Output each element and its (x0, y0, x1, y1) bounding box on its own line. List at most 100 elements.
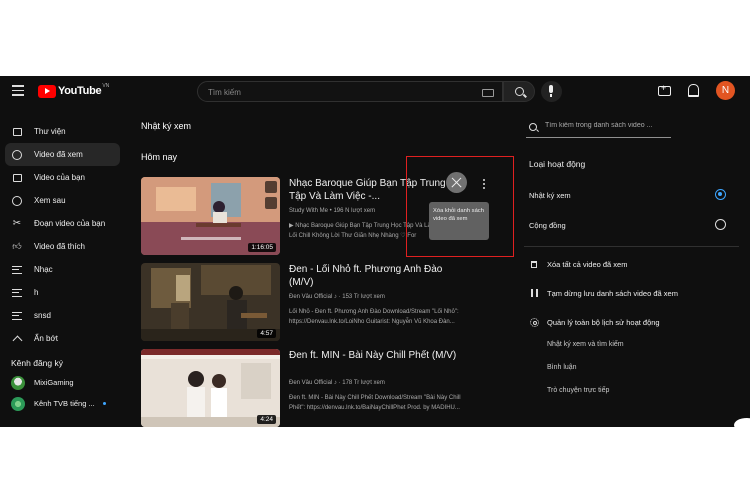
video-channel-views[interactable]: Study With Me • 196 N lượt xem (289, 208, 375, 214)
search-button[interactable] (503, 81, 535, 102)
sidebar: Thư viện Video đã xem Video của bạn Xem … (5, 120, 120, 414)
remove-tooltip: Xóa khỏi danh sách video đã xem (429, 202, 489, 240)
notifications-bell-icon[interactable] (688, 84, 699, 97)
video-item[interactable]: 4:24 Đen ft. MIN - Bài Này Chill Phết (M… (141, 349, 511, 427)
sidebar-item-label: Nhạc (34, 265, 53, 274)
history-icon (11, 149, 23, 161)
video-thumbnail[interactable]: 4:57 (141, 263, 280, 341)
new-content-dot (102, 402, 106, 405)
pause-icon (529, 288, 539, 298)
action-label: Tạm dừng lưu danh sách video đã xem (547, 288, 678, 298)
activity-type-heading: Loại hoạt động (529, 159, 586, 169)
clear-all-history-button[interactable]: Xóa tất cả video đã xem (529, 259, 627, 269)
sidebar-item-clips[interactable]: ✂ Đoạn video của bạn (5, 212, 120, 235)
logo-text: YouTube (58, 85, 102, 97)
liked-icon: 👍︎ (12, 241, 22, 251)
channel-avatar (11, 396, 25, 411)
sidebar-item-label: Đoạn video của bạn (34, 219, 106, 228)
video-description: Lối Nhỏ - Đen ft. Phương Anh Đào Downloa… (289, 307, 484, 327)
chevron-up-icon (11, 333, 23, 346)
video-thumbnail[interactable]: 4:24 (141, 349, 280, 427)
divider (524, 246, 739, 247)
manage-activity-button[interactable]: Quản lý toàn bộ lịch sử hoạt động (529, 317, 660, 327)
video-description: Đen ft. MIN - Bài Này Chill Phết Downloa… (289, 393, 484, 413)
sidebar-item-label: Xem sau (34, 196, 66, 205)
sidebar-item-label: h (34, 288, 39, 297)
sidebar-item-label: Ẩn bớt (34, 334, 58, 343)
top-bar: YouTube VN N (0, 76, 750, 108)
playlist-icon (11, 264, 23, 276)
link-comments[interactable]: Bình luận (547, 364, 577, 371)
video-channel-views[interactable]: Đen Vâu Official ♪ · 178 Tr lượt xem (289, 380, 385, 386)
clips-icon: ✂ (12, 218, 22, 229)
subscription-name: MixiGaming (34, 378, 74, 387)
create-video-icon[interactable] (658, 83, 671, 96)
video-description-line: Đen ft. MIN - Bài Này Chill Phết Downloa… (289, 395, 461, 401)
sidebar-item-show-less[interactable]: Ẩn bớt (5, 327, 120, 350)
sidebar-item-history[interactable]: Video đã xem (5, 143, 120, 166)
your-videos-icon (11, 172, 23, 184)
subscription-item[interactable]: Kênh TVB tiếng ... (5, 393, 120, 414)
sidebar-item-label: Video của bạn (34, 173, 86, 182)
option-watch-history-label[interactable]: Nhật ký xem (529, 191, 571, 200)
youtube-play-icon (38, 84, 56, 98)
library-icon (11, 126, 23, 138)
option-watch-history-radio[interactable] (715, 189, 726, 200)
video-duration: 4:24 (257, 415, 276, 424)
section-title: Hôm nay (141, 152, 178, 162)
option-community-radio[interactable] (715, 219, 726, 230)
watch-later-icon (11, 195, 23, 207)
subscription-item[interactable]: MixiGaming (5, 372, 120, 393)
channel-avatar (11, 375, 25, 390)
subscriptions-heading: Kênh đăng ký (11, 358, 63, 368)
search-input[interactable] (208, 86, 458, 98)
voice-search-button[interactable] (541, 81, 562, 102)
corner-decoration (734, 418, 750, 427)
sidebar-item-library[interactable]: Thư viện (5, 120, 120, 143)
logo-region: VN (102, 83, 110, 89)
video-duration: 4:57 (257, 329, 276, 338)
video-channel-views[interactable]: Đen Vâu Official ♪ · 153 Tr lượt xem (289, 294, 385, 300)
sidebar-item-liked[interactable]: 👍︎ Video đã thích (5, 235, 120, 258)
sidebar-item-playlist-nhac[interactable]: Nhạc (5, 258, 120, 281)
video-description-line: Phết": https://denvau.lnk.to/BaiNayChill… (289, 405, 460, 411)
gear-icon (529, 317, 539, 327)
history-search-input[interactable] (545, 122, 670, 129)
sidebar-item-label: Thư viện (34, 127, 66, 136)
sidebar-item-label: Video đã thích (34, 242, 86, 251)
video-item[interactable]: 4:57 Đen - Lối Nhỏ ft. Phương Anh Đào (M… (141, 263, 511, 343)
trash-icon (529, 259, 539, 269)
search-icon (515, 87, 524, 96)
search-icon (529, 123, 537, 131)
sidebar-item-playlist-snsd[interactable]: snsd (5, 304, 120, 327)
sidebar-item-playlist-h[interactable]: h (5, 281, 120, 304)
user-avatar[interactable]: N (716, 81, 735, 100)
sidebar-item-label: Video đã xem (34, 150, 83, 159)
action-label: Xóa tất cả video đã xem (547, 259, 628, 269)
video-description-line: Lối Nhỏ - Đen ft. Phương Anh Đào Downloa… (289, 309, 459, 315)
playlist-icon (11, 287, 23, 299)
youtube-logo[interactable]: YouTube VN (38, 83, 109, 99)
video-description-line: https://Denvau.lnk.to/LoiNho Guitarist: … (289, 319, 455, 325)
microphone-icon (549, 85, 553, 97)
video-title[interactable]: Đen ft. MIN - Bài Này Chill Phết (M/V) (289, 349, 469, 362)
history-search (526, 121, 671, 138)
remove-from-history-icon[interactable] (446, 172, 467, 193)
video-title[interactable]: Đen - Lối Nhỏ ft. Phương Anh Đào (M/V) (289, 263, 469, 289)
option-community-label[interactable]: Cộng đồng (529, 221, 566, 230)
sidebar-item-your-videos[interactable]: Video của bạn (5, 166, 120, 189)
link-live-chat[interactable]: Trò chuyện trực tiếp (547, 387, 609, 394)
page-title: Nhật ký xem (141, 121, 192, 131)
playlist-icon (11, 310, 23, 322)
action-label: Quản lý toàn bộ lịch sử hoạt động (547, 317, 660, 327)
pause-history-button[interactable]: Tạm dừng lưu danh sách video đã xem (529, 288, 678, 298)
video-duration: 1:16:05 (248, 243, 276, 252)
menu-icon[interactable] (12, 85, 24, 96)
sidebar-item-label: snsd (34, 311, 51, 320)
sidebar-item-watch-later[interactable]: Xem sau (5, 189, 120, 212)
video-thumbnail[interactable]: 1:16:05 (141, 177, 280, 255)
subscription-name: Kênh TVB tiếng ... (34, 399, 95, 408)
keyboard-icon[interactable] (482, 89, 494, 97)
search-box (197, 81, 503, 102)
link-watch-search-history[interactable]: Nhật ký xem và tìm kiếm (547, 341, 624, 348)
